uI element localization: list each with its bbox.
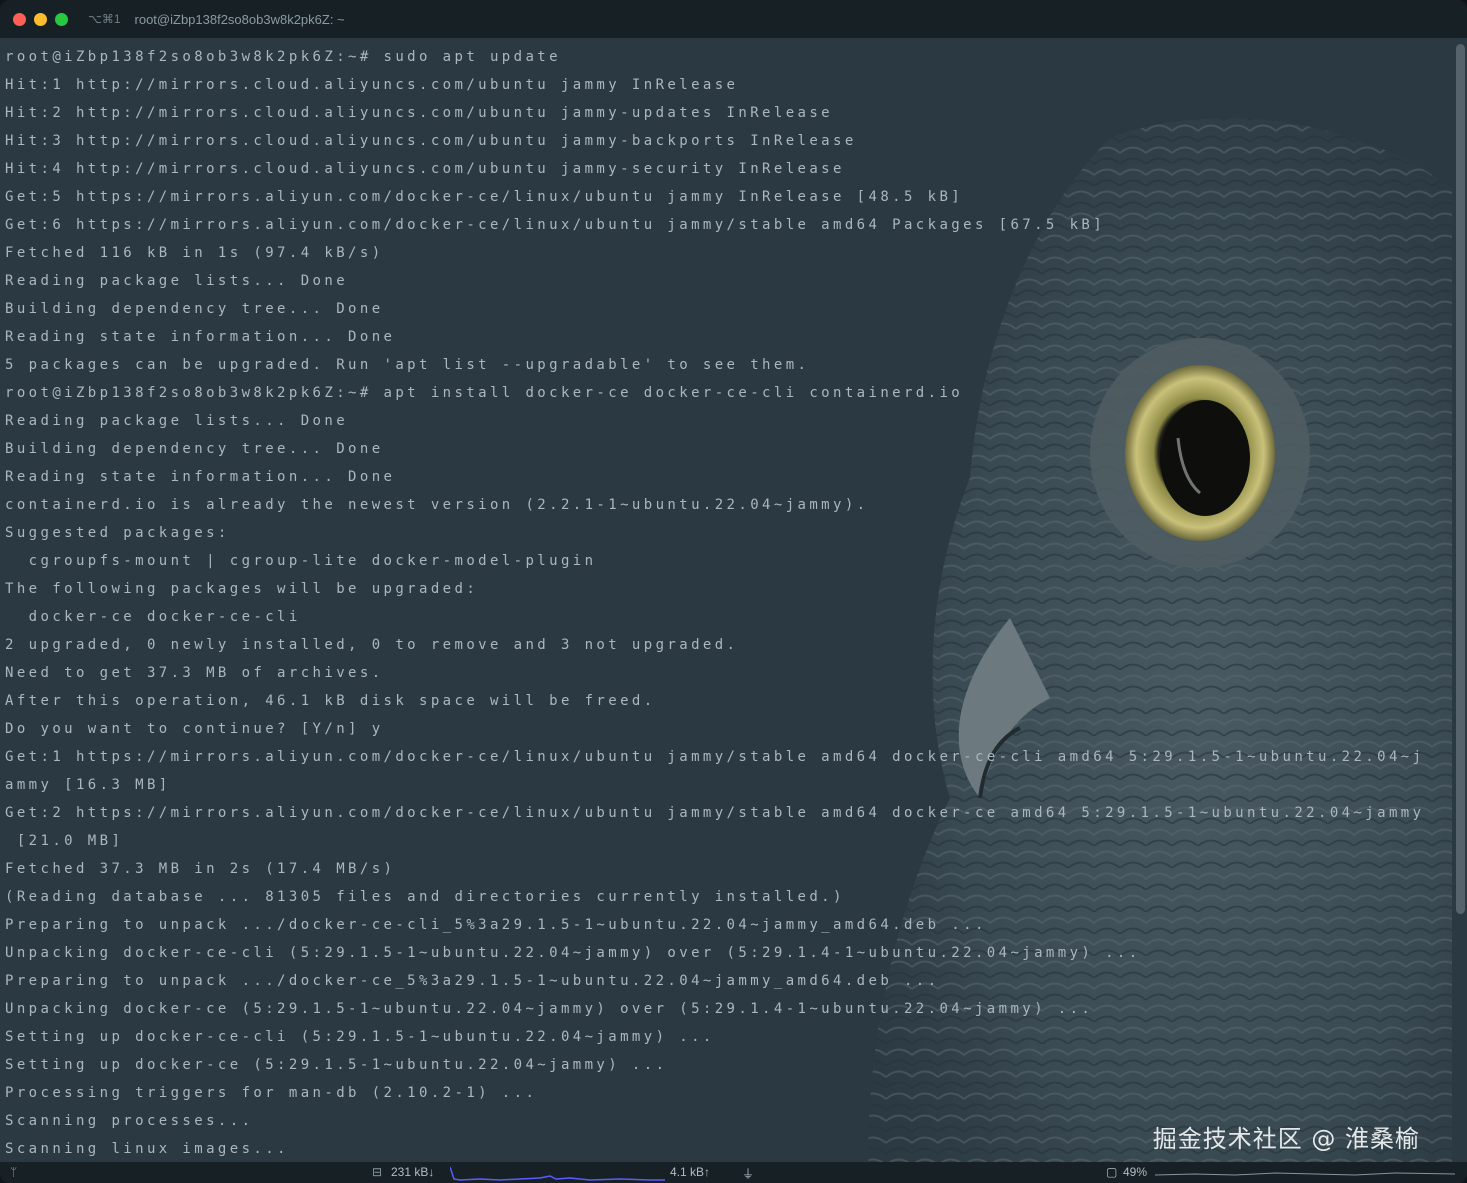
terminal-line: Fetched 116 kB in 1s (97.4 kB/s) xyxy=(5,245,384,261)
network-graph xyxy=(450,1166,665,1181)
terminal-line: Reading state information... Done xyxy=(5,329,396,345)
minimize-button[interactable] xyxy=(34,12,47,26)
terminal-line: docker-ce docker-ce-cli xyxy=(5,609,301,625)
terminal-line: Need to get 37.3 MB of archives. xyxy=(5,665,384,681)
terminal-line: Fetched 37.3 MB in 2s (17.4 MB/s) xyxy=(5,861,396,877)
terminal-line: [21.0 MB] xyxy=(5,833,124,849)
zoom-button[interactable] xyxy=(55,12,68,26)
terminal-line: containerd.io is already the newest vers… xyxy=(5,497,869,513)
terminal-window: ⌥⌘1 root@iZbp138f2so8ob3w8k2pk6Z: ~ root… xyxy=(0,0,1467,1183)
terminal-pane[interactable]: root@iZbp138f2so8ob3w8k2pk6Z:~# sudo apt… xyxy=(0,38,1452,1162)
cpu-usage: 49% xyxy=(1123,1165,1148,1179)
terminal-line: Reading state information... Done xyxy=(5,469,396,485)
terminal-line: Preparing to unpack .../docker-ce_5%3a29… xyxy=(5,973,940,989)
terminal-line: Hit:3 http://mirrors.cloud.aliyuncs.com/… xyxy=(5,133,857,149)
terminal-line: Unpacking docker-ce (5:29.1.5-1~ubuntu.2… xyxy=(5,1001,1094,1017)
terminal-line: (Reading database ... 81305 files and di… xyxy=(5,889,845,905)
terminal-line: Unpacking docker-ce-cli (5:29.1.5-1~ubun… xyxy=(5,945,1141,961)
power-icon: ⏚ xyxy=(742,1167,755,1181)
terminal-line: Hit:1 http://mirrors.cloud.aliyuncs.com/… xyxy=(5,77,739,93)
window-shortcut: ⌥⌘1 xyxy=(88,12,121,26)
terminal-line: Preparing to unpack .../docker-ce-cli_5%… xyxy=(5,917,987,933)
download-rate: 231 kB↓ xyxy=(391,1165,435,1179)
terminal-line: Processing triggers for man-db (2.10.2-1… xyxy=(5,1085,538,1101)
terminal-line: 2 upgraded, 0 newly installed, 0 to remo… xyxy=(5,637,739,653)
upload-rate: 4.1 kB↑ xyxy=(670,1165,711,1179)
terminal-line: Reading package lists... Done xyxy=(5,273,349,289)
terminal-line: root@iZbp138f2so8ob3w8k2pk6Z:~# apt inst… xyxy=(5,385,964,401)
terminal-line: Hit:4 http://mirrors.cloud.aliyuncs.com/… xyxy=(5,161,845,177)
network-icon: ⊟ xyxy=(372,1165,383,1179)
terminal-line: root@iZbp138f2so8ob3w8k2pk6Z:~# sudo apt… xyxy=(5,49,561,65)
close-button[interactable] xyxy=(13,12,26,26)
title-bar: ⌥⌘1 root@iZbp138f2so8ob3w8k2pk6Z: ~ xyxy=(0,0,1467,38)
terminal-line: Do you want to continue? [Y/n] y xyxy=(5,721,384,737)
terminal-line: The following packages will be upgraded: xyxy=(5,581,479,597)
status-bar: ᛘ ⊟ 231 kB↓ 4.1 kB↑ ⏚ ▢ 49% xyxy=(0,1162,1467,1183)
terminal-line: ammy [16.3 MB] xyxy=(5,777,171,793)
cpu-graph xyxy=(1155,1172,1455,1176)
terminal-line: Hit:2 http://mirrors.cloud.aliyuncs.com/… xyxy=(5,105,834,121)
terminal-line: Reading package lists... Done xyxy=(5,413,349,429)
window-controls xyxy=(13,12,68,26)
terminal-line: Setting up docker-ce-cli (5:29.1.5-1~ubu… xyxy=(5,1029,715,1045)
terminal-line: Building dependency tree... Done xyxy=(5,441,384,457)
window-title: root@iZbp138f2so8ob3w8k2pk6Z: ~ xyxy=(134,11,345,27)
terminal-line: After this operation, 46.1 kB disk space… xyxy=(5,693,656,709)
terminal-line: Get:6 https://mirrors.aliyun.com/docker-… xyxy=(5,217,1106,233)
branch-icon: ᛘ xyxy=(10,1165,18,1179)
terminal-output: root@iZbp138f2so8ob3w8k2pk6Z:~# sudo apt… xyxy=(5,43,1442,1162)
terminal-line: Get:2 https://mirrors.aliyun.com/docker-… xyxy=(5,805,1425,821)
terminal-line: Building dependency tree... Done xyxy=(5,301,384,317)
terminal-line: Suggested packages: xyxy=(5,525,230,541)
cpu-icon: ▢ xyxy=(1106,1165,1118,1179)
terminal-line: 5 packages can be upgraded. Run 'apt lis… xyxy=(5,357,810,373)
watermark: 掘金技术社区 @ 淮桑榆 xyxy=(1152,1125,1420,1153)
terminal-line: Get:5 https://mirrors.aliyun.com/docker-… xyxy=(5,189,964,205)
scrollbar[interactable] xyxy=(1456,44,1465,914)
terminal-line: cgroupfs-mount | cgroup-lite docker-mode… xyxy=(5,553,597,569)
terminal-line: Setting up docker-ce (5:29.1.5-1~ubuntu.… xyxy=(5,1057,668,1073)
terminal-line: Get:1 https://mirrors.aliyun.com/docker-… xyxy=(5,749,1425,765)
